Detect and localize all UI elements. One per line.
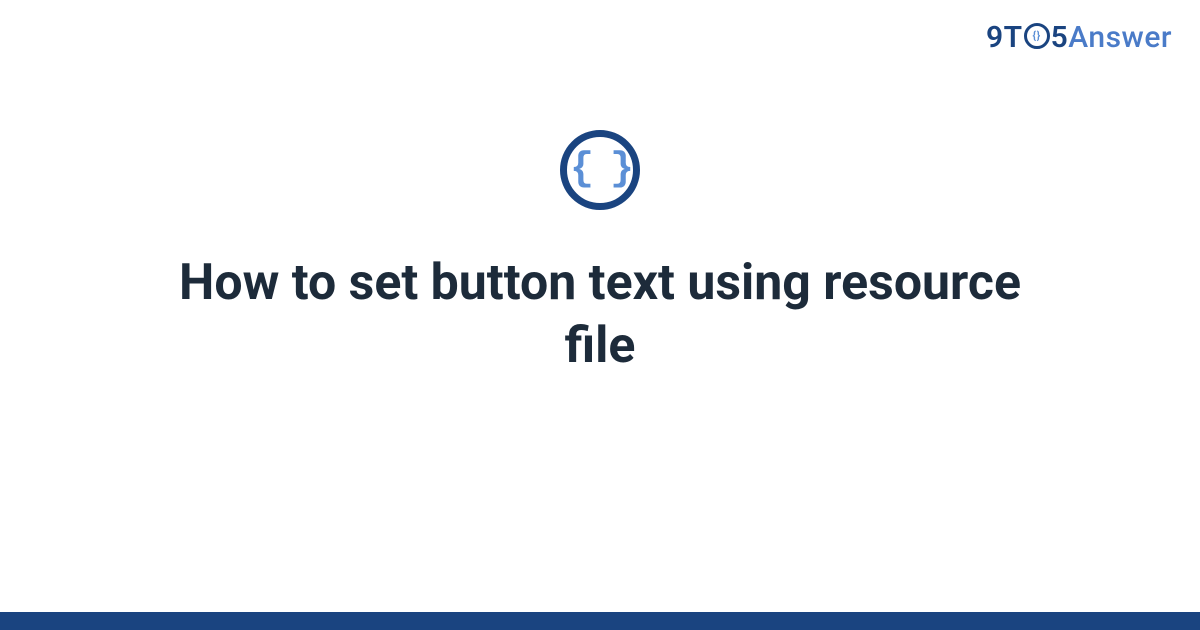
footer-bar [0, 612, 1200, 630]
logo-o-circle: {} [1024, 23, 1050, 49]
site-logo: 9T {} 5 Answer [986, 20, 1172, 55]
code-braces-icon: { } [560, 130, 640, 210]
logo-text-5: 5 [1051, 20, 1069, 55]
logo-text-9t: 9T [986, 20, 1023, 55]
logo-text-answer: Answer [1068, 20, 1172, 55]
braces-glyph: { } [570, 150, 630, 190]
page-title: How to set button text using resource fi… [110, 252, 1090, 377]
logo-o-inner-braces: {} [1033, 30, 1041, 41]
main-content: { } How to set button text using resourc… [0, 130, 1200, 377]
